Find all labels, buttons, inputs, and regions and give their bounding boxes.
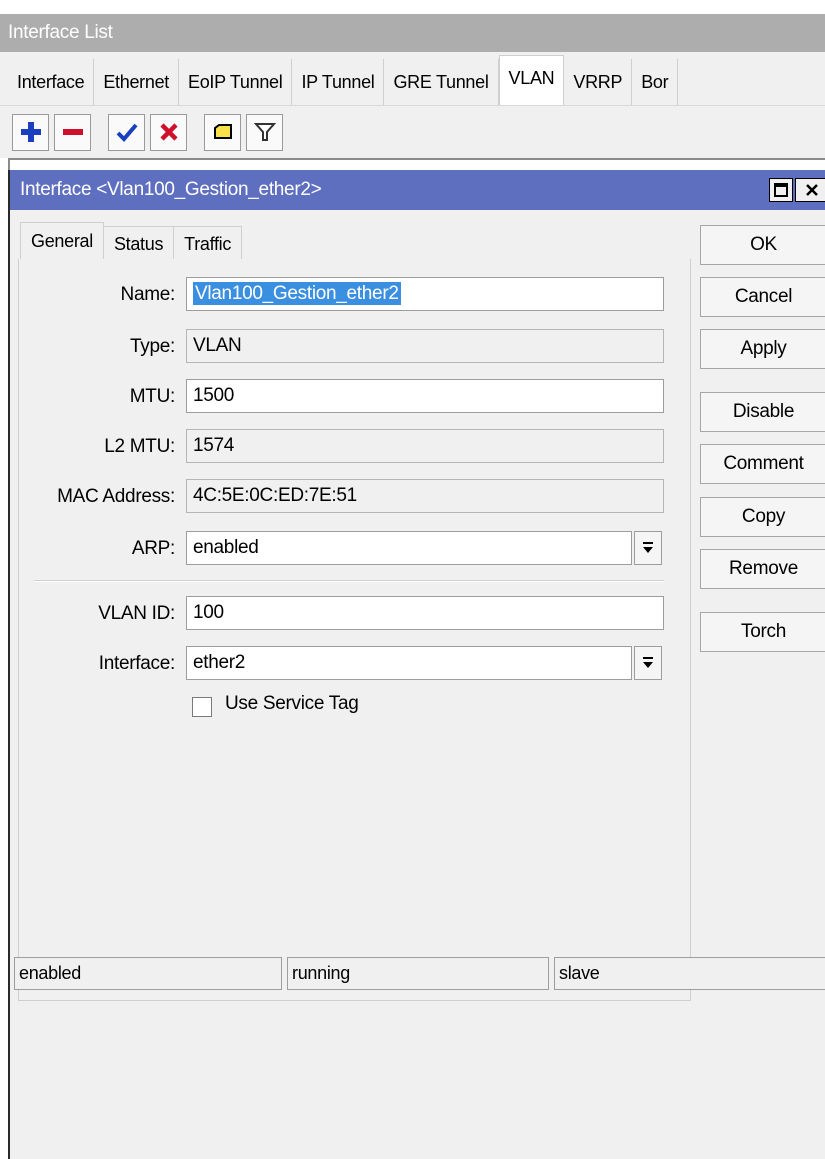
vlan-id-input[interactable]: 100 bbox=[186, 596, 664, 630]
tab-traffic[interactable]: Traffic bbox=[174, 226, 243, 260]
tab-status[interactable]: Status bbox=[103, 226, 175, 260]
remove-button[interactable] bbox=[54, 113, 91, 151]
apply-button[interactable]: Apply bbox=[700, 329, 825, 369]
tab-eoip-tunnel[interactable]: EoIP Tunnel bbox=[179, 59, 293, 105]
filter-icon bbox=[253, 123, 276, 141]
filter-button[interactable] bbox=[246, 113, 283, 151]
mtu-input[interactable]: 1500 bbox=[186, 379, 664, 413]
window-title: Interface List bbox=[0, 14, 825, 52]
tab-bonding[interactable]: Bor bbox=[632, 59, 679, 105]
disable-button[interactable] bbox=[150, 113, 187, 151]
use-service-tag-checkbox[interactable] bbox=[192, 697, 212, 717]
ok-button[interactable]: OK bbox=[700, 225, 825, 265]
minus-icon bbox=[62, 129, 83, 135]
close-button[interactable] bbox=[795, 178, 825, 202]
arp-dropdown-button[interactable] bbox=[634, 531, 662, 565]
arp-label: ARP: bbox=[131, 538, 175, 559]
tab-general[interactable]: General bbox=[20, 222, 104, 260]
vlan-id-label: VLAN ID: bbox=[98, 603, 175, 624]
dialog-title: Interface <Vlan100_Gestion_ether2> bbox=[10, 170, 825, 210]
interface-list-area bbox=[8, 158, 825, 170]
l2mtu-label: L2 MTU: bbox=[104, 436, 175, 457]
enable-button[interactable] bbox=[108, 113, 145, 151]
torch-button[interactable]: Torch bbox=[700, 612, 825, 652]
outer-tab-bar: Interface Ethernet EoIP Tunnel IP Tunnel… bbox=[0, 52, 825, 106]
dropdown-arrow-icon bbox=[643, 542, 653, 553]
comment-button-dialog[interactable]: Comment bbox=[700, 444, 825, 484]
arp-select[interactable]: enabled bbox=[186, 531, 632, 565]
check-icon bbox=[116, 123, 138, 142]
remove-button-dialog[interactable]: Remove bbox=[700, 549, 825, 589]
tab-ip-tunnel[interactable]: IP Tunnel bbox=[292, 59, 385, 105]
type-field: VLAN bbox=[186, 329, 664, 363]
cancel-button[interactable]: Cancel bbox=[700, 277, 825, 317]
interface-dropdown-button[interactable] bbox=[634, 646, 662, 680]
cross-icon bbox=[159, 123, 178, 141]
mac-address-label: MAC Address: bbox=[57, 486, 175, 507]
type-label: Type: bbox=[130, 336, 175, 357]
interface-label: Interface: bbox=[98, 653, 176, 674]
tab-vlan[interactable]: VLAN bbox=[498, 55, 565, 105]
top-strip bbox=[0, 0, 825, 14]
dialog-tab-bar: General Status Traffic bbox=[20, 222, 243, 260]
tab-interface[interactable]: Interface bbox=[8, 59, 95, 105]
disable-button-dialog[interactable]: Disable bbox=[700, 392, 825, 432]
plus-icon bbox=[20, 122, 41, 142]
dropdown-arrow-icon bbox=[643, 657, 653, 668]
maximize-icon bbox=[774, 183, 788, 197]
interface-select[interactable]: ether2 bbox=[186, 646, 632, 680]
name-value: Vlan100_Gestion_ether2 bbox=[193, 282, 401, 305]
mtu-label: MTU: bbox=[129, 386, 176, 407]
tab-ethernet[interactable]: Ethernet bbox=[94, 59, 179, 105]
maximize-button[interactable] bbox=[769, 178, 793, 202]
tab-gre-tunnel[interactable]: GRE Tunnel bbox=[384, 59, 499, 105]
name-input[interactable]: Vlan100_Gestion_ether2 bbox=[186, 277, 664, 311]
comment-button[interactable] bbox=[204, 113, 241, 151]
use-service-tag-label: Use Service Tag bbox=[225, 693, 359, 714]
status-enabled: enabled bbox=[14, 957, 282, 990]
status-running: running bbox=[287, 957, 549, 990]
general-panel bbox=[18, 259, 691, 1001]
toolbar bbox=[0, 106, 825, 158]
section-divider bbox=[34, 580, 664, 582]
name-label: Name: bbox=[120, 284, 176, 305]
comment-icon bbox=[213, 124, 232, 139]
add-button[interactable] bbox=[12, 113, 49, 151]
tab-vrrp[interactable]: VRRP bbox=[564, 59, 633, 105]
status-slave: slave bbox=[554, 957, 825, 990]
copy-button[interactable]: Copy bbox=[700, 497, 825, 537]
l2mtu-field: 1574 bbox=[186, 429, 664, 463]
mac-address-field: 4C:5E:0C:ED:7E:51 bbox=[186, 479, 664, 513]
interface-dialog: Interface <Vlan100_Gestion_ether2> Gener… bbox=[8, 170, 825, 1159]
close-icon bbox=[805, 184, 818, 196]
status-bar: enabled running slave bbox=[10, 957, 825, 990]
